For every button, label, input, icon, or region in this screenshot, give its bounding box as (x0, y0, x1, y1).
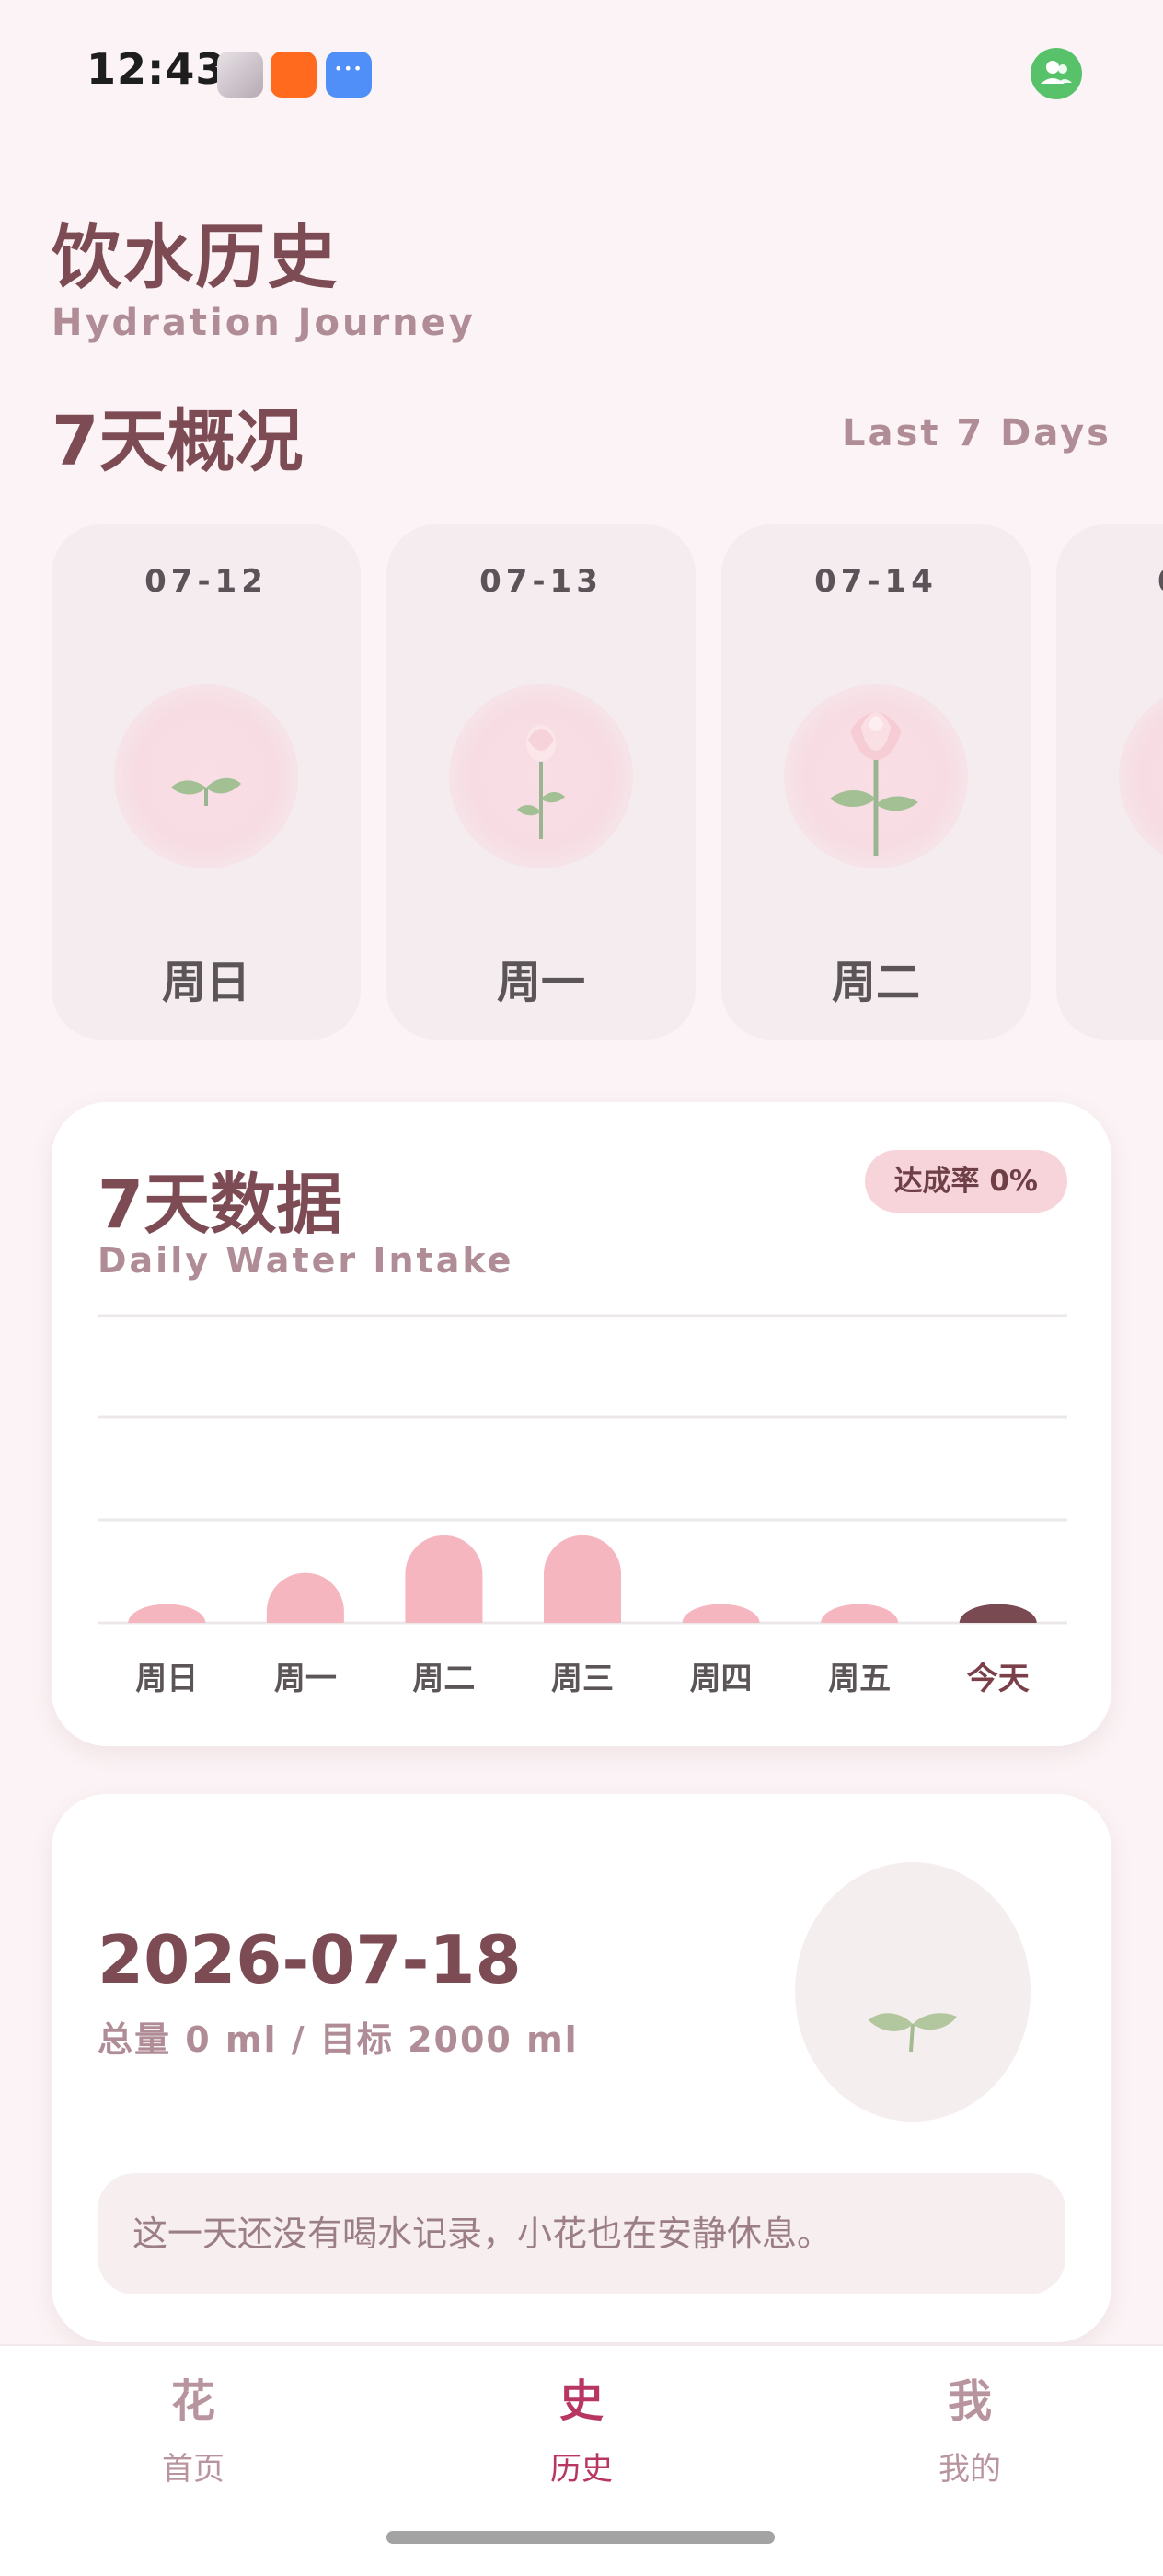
overview-title: 7天概况 (52, 402, 304, 481)
history-icon: 史 (558, 2375, 604, 2427)
day-date: 07-13 (479, 563, 603, 600)
bloom-flower-icon (784, 684, 968, 868)
day-weekday: 周一 (496, 957, 585, 1008)
user-contacts-icon (1031, 48, 1082, 99)
day-date: 07-12 (144, 563, 268, 600)
chart-bar (544, 1535, 621, 1623)
chart-title: 7天数据 (98, 1166, 343, 1243)
day-card[interactable]: 0 (1056, 524, 1163, 1040)
achievement-rate-badge: 达成率 0% (864, 1150, 1067, 1213)
day-weekday: 周日 (161, 957, 250, 1008)
chart-bar (128, 1604, 206, 1623)
chart-category-label: 周三 (551, 1661, 614, 1697)
chart-bar (821, 1604, 899, 1623)
chart-category-label: 今天 (967, 1661, 1030, 1697)
status-bar: 12:43 (0, 0, 1163, 147)
chart-category-label: 周一 (274, 1661, 337, 1697)
nav-home[interactable]: 花 首页 (101, 2372, 285, 2489)
taobao-app-icon (271, 52, 317, 98)
profile-icon: 我 (947, 2375, 992, 2427)
nav-profile-label: 我的 (938, 2451, 1001, 2488)
message-app-icon (326, 52, 372, 98)
day-card[interactable]: 07-12 周日 (52, 524, 361, 1040)
water-intake-bar-chart: 周日 周一 周二 周三 周四 周五 今天 (98, 1314, 1067, 1697)
sprout-icon (114, 684, 298, 868)
chart-bar (682, 1604, 760, 1623)
status-time: 12:43 (86, 44, 226, 94)
home-indicator[interactable] (386, 2531, 775, 2544)
nav-profile[interactable]: 我 我的 (878, 2372, 1062, 2489)
nav-history[interactable]: 史 历史 (489, 2372, 674, 2489)
empty-record-message: 这一天还没有喝水记录，小花也在安静休息。 (98, 2173, 1065, 2294)
chart-category-label: 周五 (828, 1661, 891, 1697)
bud-flower-icon (449, 684, 633, 868)
chart-bar (266, 1572, 344, 1623)
day-carousel[interactable]: 07-12 周日 07-13 周一 07-14 周二 (52, 524, 1163, 1040)
page-subtitle: Hydration Journey (52, 302, 476, 344)
day-weekday: 周二 (831, 957, 920, 1008)
day-detail-card: 2026-07-18 总量 0 ml / 目标 2000 ml 这一天还没有喝水… (52, 1794, 1111, 2342)
flower-orb-icon (1119, 684, 1163, 868)
chart-bar (405, 1535, 483, 1623)
nav-history-label: 历史 (550, 2451, 613, 2488)
user-icon (1041, 61, 1072, 84)
day-card[interactable]: 07-13 周一 (386, 524, 696, 1040)
day-card[interactable]: 07-14 周二 (721, 524, 1031, 1040)
day-date: 0 (1157, 563, 1163, 600)
chart-category-label: 周二 (412, 1661, 475, 1697)
page-title: 饮水历史 (52, 216, 339, 298)
day-date: 07-14 (814, 563, 938, 600)
chart-bar (959, 1604, 1037, 1623)
chart-category-label: 周四 (690, 1661, 753, 1697)
detail-total: 总量 0 ml / 目标 2000 ml (98, 2019, 579, 2060)
chart-category-label: 周日 (135, 1661, 198, 1697)
detail-date: 2026-07-18 (98, 1921, 522, 1998)
overview-subtitle: Last 7 Days (842, 412, 1111, 454)
intake-chart-card: 7天数据 Daily Water Intake 达成率 0% 周日 周一 周二 周三周… (52, 1102, 1111, 1746)
chart-subtitle: Daily Water Intake (98, 1240, 514, 1281)
nav-home-label: 首页 (162, 2451, 225, 2488)
avatar-app-icon (217, 52, 263, 98)
sprout-icon (795, 1862, 1031, 2122)
flower-icon: 花 (170, 2375, 215, 2427)
